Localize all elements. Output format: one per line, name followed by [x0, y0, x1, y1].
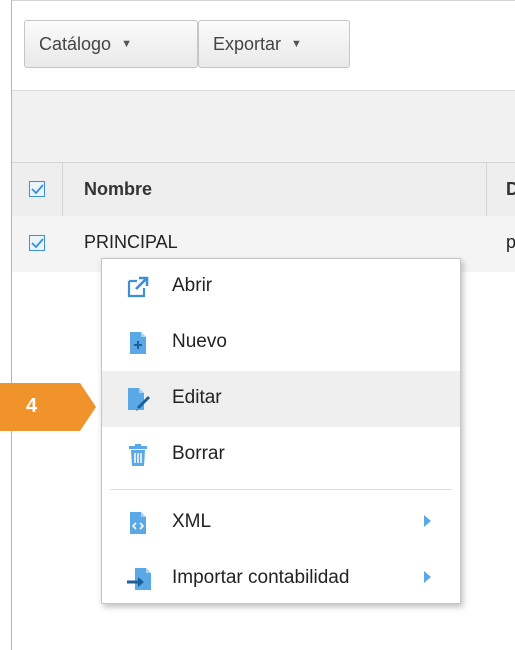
- menu-item-xml[interactable]: XML: [102, 495, 460, 551]
- chevron-down-icon: ▼: [291, 38, 302, 50]
- column-header-nombre[interactable]: Nombre: [84, 179, 152, 200]
- menu-item-label: Editar: [172, 387, 222, 408]
- cell-d: p: [506, 232, 515, 252]
- edit-document-icon: [126, 387, 151, 411]
- exportar-label: Exportar: [213, 33, 282, 54]
- toolbar: Catálogo ▼ Exportar ▼: [12, 1, 515, 89]
- checkmark-icon: [31, 184, 44, 195]
- step-number: 4: [26, 395, 38, 417]
- catalogo-dropdown-button[interactable]: Catálogo ▼: [24, 20, 198, 68]
- menu-item-abrir[interactable]: Abrir: [102, 259, 460, 315]
- new-document-icon: [126, 331, 150, 355]
- column-separator: [62, 163, 63, 216]
- xml-file-icon: [126, 511, 150, 535]
- row-checkbox[interactable]: [29, 235, 45, 251]
- open-external-icon: [126, 275, 150, 299]
- grid-filter-band: [12, 90, 515, 163]
- grid-column-header: Nombre D: [12, 162, 515, 217]
- catalogo-label: Catálogo: [39, 33, 112, 54]
- column-separator: [486, 163, 487, 216]
- menu-item-nuevo[interactable]: Nuevo: [102, 315, 460, 371]
- submenu-arrow-icon: [424, 571, 431, 583]
- menu-item-label: Abrir: [172, 275, 213, 296]
- checkmark-icon: [31, 238, 44, 249]
- menu-item-editar[interactable]: Editar: [102, 371, 460, 427]
- menu-separator: [110, 489, 452, 490]
- step-callout-badge: 4: [0, 383, 96, 431]
- trash-icon: [126, 443, 150, 467]
- exportar-dropdown-button[interactable]: Exportar ▼: [198, 20, 350, 68]
- menu-item-label: Importar contabilidad: [172, 567, 350, 588]
- select-all-checkbox[interactable]: [29, 181, 45, 197]
- context-menu: Abrir Nuevo Editar Borrar XML Importar c…: [101, 258, 461, 604]
- menu-item-label: Nuevo: [172, 331, 227, 352]
- menu-item-label: Borrar: [172, 443, 225, 464]
- cell-nombre: PRINCIPAL: [84, 232, 178, 252]
- menu-item-importar-contabilidad[interactable]: Importar contabilidad: [102, 551, 460, 607]
- import-icon: [126, 567, 151, 591]
- menu-item-borrar[interactable]: Borrar: [102, 427, 460, 483]
- submenu-arrow-icon: [424, 515, 431, 527]
- callout-arrow-shape: [0, 383, 96, 431]
- column-header-d[interactable]: D: [506, 179, 515, 200]
- menu-item-label: XML: [172, 511, 212, 532]
- chevron-down-icon: ▼: [121, 38, 132, 50]
